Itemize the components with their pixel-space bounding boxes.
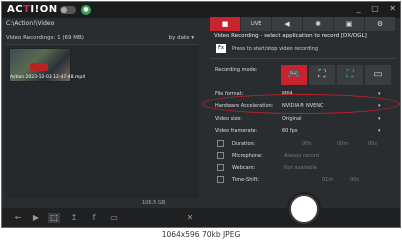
record-hint: Press to start/stop video recording <box>232 46 319 52</box>
timeshift-label: Time-Shift: <box>232 177 260 183</box>
video-size-select[interactable]: Original <box>282 116 302 122</box>
tab-live[interactable]: LIVE <box>241 17 271 31</box>
highlight-annotation <box>202 94 400 114</box>
tab-audio[interactable]: ◀ <box>272 17 302 31</box>
divider <box>210 58 396 59</box>
storage-free: 106.5 GB <box>142 200 166 206</box>
app-window: ACTI!ON ● _ ▢ ✕ C:\Action!\Video Video R… <box>1 1 401 228</box>
webcam-checkbox[interactable] <box>217 164 224 171</box>
framerate-select[interactable]: 60 fps <box>282 128 298 134</box>
play-icon[interactable]: ▶ <box>30 213 42 223</box>
upload-icon[interactable]: ↥ <box>68 213 80 223</box>
back-icon[interactable]: ← <box>12 213 24 223</box>
tab-settings[interactable]: ⚙ <box>365 17 395 31</box>
fx-icon: Fx <box>216 44 226 53</box>
sort-dropdown[interactable]: by date ▾ <box>169 35 194 41</box>
timeshift-minutes[interactable]: 01m <box>322 177 333 183</box>
maximize-icon[interactable]: ▢ <box>371 4 379 13</box>
microphone-select[interactable]: Always record <box>284 153 319 159</box>
recordings-header: Video Recordings: 1 (69 MB) by date ▾ <box>6 35 198 45</box>
hdmi-mode-button[interactable]: ▭ <box>365 65 391 85</box>
duration-seconds[interactable]: 00s <box>368 141 377 147</box>
timeshift-seconds[interactable]: 00s <box>350 177 359 183</box>
fullscreen-mode-button[interactable]: ⛶ <box>337 65 363 85</box>
recording-filename: Action 2023-12-03 12-47-48.mp4 <box>10 75 86 80</box>
recordings-count: Video Recordings: 1 (69 MB) <box>6 35 84 41</box>
video-size-label: Video size: <box>215 116 242 122</box>
window-controls: _ ▢ ✕ <box>349 4 396 13</box>
microphone-label: Microphone: <box>232 153 263 159</box>
webcam-label: Webcam: <box>232 165 256 171</box>
minimize-icon[interactable]: _ <box>357 4 361 13</box>
duration-hours[interactable]: 00h <box>302 141 312 147</box>
title-bar: ACTI!ON ● _ ▢ ✕ <box>2 2 400 18</box>
folder-path[interactable]: C:\Action!\Video <box>6 20 198 30</box>
chevron-down-icon[interactable]: ▾ <box>378 91 381 97</box>
microphone-checkbox[interactable] <box>217 152 224 159</box>
duration-checkbox[interactable] <box>217 140 224 147</box>
duration-minutes[interactable]: 00m <box>337 141 348 147</box>
delete-icon[interactable]: ✕ <box>184 213 196 223</box>
overlay-toggle[interactable] <box>60 6 76 14</box>
record-button[interactable] <box>289 194 319 224</box>
recording-mode-label: Recording mode: <box>215 67 258 73</box>
webcam-select[interactable]: Not available <box>284 165 317 171</box>
region-mode-button[interactable]: ⛶ <box>309 65 335 85</box>
tab-screenshot[interactable]: ▣ <box>334 17 364 31</box>
gamepad-mode-button[interactable]: 🎮 <box>281 65 307 85</box>
app-logo: ACTI!ON <box>7 4 58 15</box>
chevron-down-icon[interactable]: ▾ <box>378 128 381 134</box>
youtube-icon[interactable]: ▭ <box>108 213 120 223</box>
chevron-down-icon[interactable]: ▾ <box>378 116 381 122</box>
facebook-icon[interactable]: f <box>88 213 100 223</box>
export-icon[interactable]: ⬚ <box>48 213 60 223</box>
close-icon[interactable]: ✕ <box>389 4 396 13</box>
status-icon[interactable]: ● <box>81 5 91 15</box>
image-caption: 1064x596 70kb JPEG <box>0 229 402 241</box>
mode-tabs: ■ LIVE ◀ ✺ ▣ ⚙ <box>210 17 396 31</box>
section-title: Video Recording - select application to … <box>214 33 367 39</box>
timeshift-checkbox[interactable] <box>217 176 224 183</box>
tab-benchmark[interactable]: ✺ <box>303 17 333 31</box>
framerate-label: Video framerate: <box>215 128 258 134</box>
duration-label: Duration: <box>232 141 256 147</box>
bottom-toolbar: ← ▶ ⬚ ↥ f ▭ ✕ <box>2 208 400 227</box>
tab-video-recording[interactable]: ■ <box>210 17 240 31</box>
